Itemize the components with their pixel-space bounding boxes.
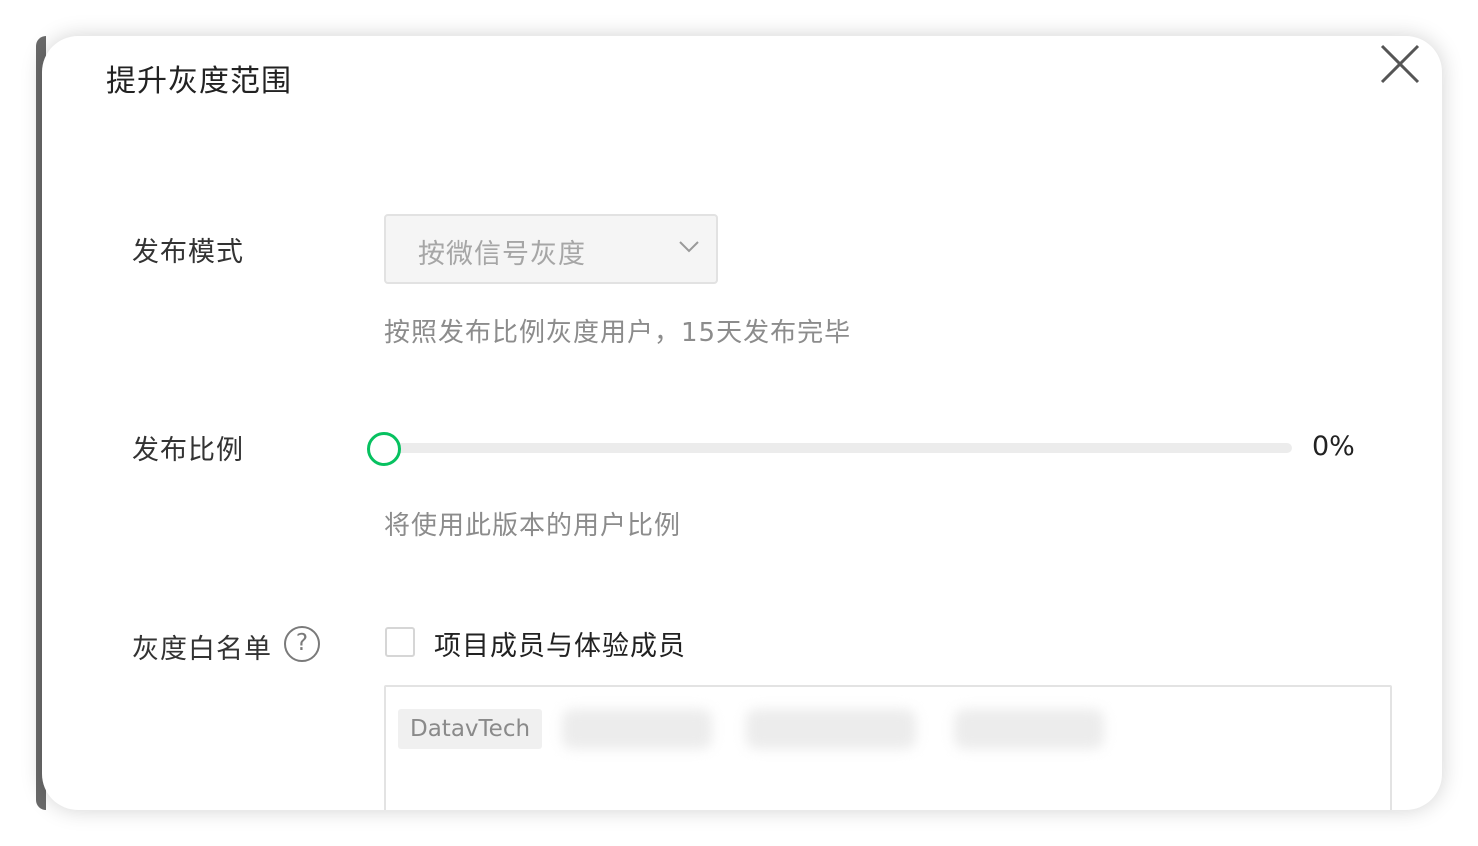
publish-ratio-slider-thumb[interactable]: [367, 432, 401, 466]
publish-mode-hint: 按照发布比例灰度用户，15天发布完毕: [384, 318, 852, 348]
publish-ratio-slider-track[interactable]: [384, 443, 1292, 453]
redacted-tag: [746, 709, 916, 749]
publish-mode-selected-value: 按微信号灰度: [418, 239, 586, 270]
publish-ratio-value: 0%: [1312, 431, 1355, 462]
redacted-tag: [954, 709, 1104, 749]
publish-ratio-label: 发布比例: [132, 435, 244, 466]
members-checkbox-label[interactable]: 项目成员与体验成员: [434, 624, 686, 663]
dialog-title: 提升灰度范围: [106, 64, 292, 99]
chevron-down-icon: [679, 241, 699, 253]
close-icon: [1380, 44, 1420, 84]
screen: 提升灰度范围 发布模式 按微信号灰度 按照发布比例灰度用户，15天发布完毕 发布…: [0, 0, 1478, 846]
question-circle-icon[interactable]: ?: [284, 626, 320, 662]
close-button[interactable]: [1378, 42, 1422, 86]
whitelist-label: 灰度白名单: [132, 634, 272, 665]
publish-mode-select[interactable]: 按微信号灰度: [384, 214, 718, 284]
publish-mode-label: 发布模式: [132, 237, 244, 268]
whitelist-tag[interactable]: DatavTech: [398, 709, 543, 749]
publish-ratio-hint: 将使用此版本的用户比例: [384, 511, 682, 541]
raise-gray-range-dialog: 提升灰度范围 发布模式 按微信号灰度 按照发布比例灰度用户，15天发布完毕 发布…: [42, 36, 1442, 810]
whitelist-input-box[interactable]: DatavTech: [384, 685, 1392, 810]
members-checkbox[interactable]: [385, 627, 415, 657]
redacted-tag: [562, 709, 712, 749]
